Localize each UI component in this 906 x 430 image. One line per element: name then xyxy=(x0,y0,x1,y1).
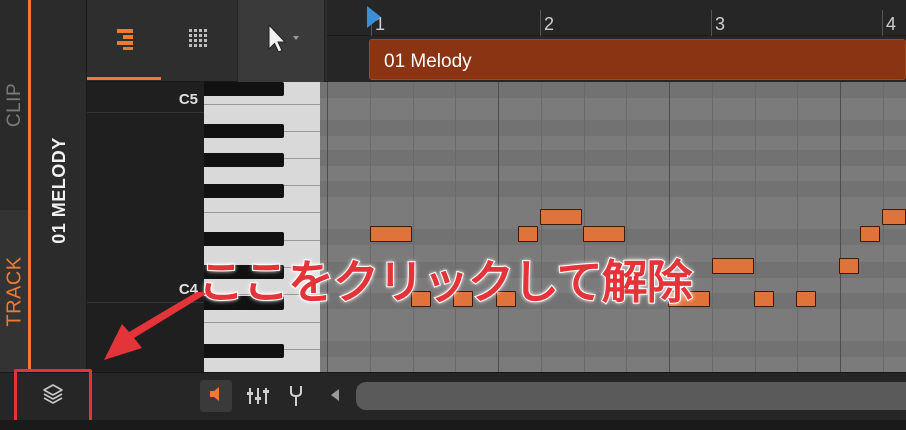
clip-header-row: 01 Melody xyxy=(327,36,906,82)
tab-clip[interactable]: CLIP xyxy=(0,0,30,210)
beat-gridline xyxy=(797,82,798,372)
clip-bar[interactable]: 01 Melody xyxy=(369,39,906,80)
scroll-left-button[interactable] xyxy=(326,385,344,409)
white-key-divider xyxy=(204,322,320,323)
side-tab-strip: CLIP TRACK xyxy=(0,0,30,372)
white-key-divider xyxy=(204,104,320,105)
editor-toolbar xyxy=(87,0,327,82)
black-key[interactable] xyxy=(204,82,284,96)
piano-roll-button[interactable] xyxy=(87,0,161,82)
track-panel: 01 MELODY xyxy=(31,0,87,372)
clip-name: 01 Melody xyxy=(384,51,472,72)
midi-note[interactable] xyxy=(370,226,412,242)
midi-note[interactable] xyxy=(518,226,538,242)
white-key-divider xyxy=(204,212,320,213)
grid-row-black-key xyxy=(320,82,906,98)
bar-line xyxy=(540,10,541,36)
bar-number-4: 4 xyxy=(886,14,897,34)
midi-note[interactable] xyxy=(839,258,859,274)
layers-icon xyxy=(41,382,65,411)
beat-gridline xyxy=(755,82,756,372)
fork-button[interactable] xyxy=(284,385,308,411)
drum-grid-button[interactable] xyxy=(161,0,237,82)
fork-icon xyxy=(288,385,304,412)
scroll-left-icon xyxy=(329,388,341,407)
beat-gridline xyxy=(413,82,414,372)
bar-number-2: 2 xyxy=(544,14,555,34)
speaker-button[interactable] xyxy=(200,380,232,412)
bar-line xyxy=(882,10,883,36)
grid-row-black-key xyxy=(320,120,906,136)
bar-line xyxy=(711,10,712,36)
bar-gridline xyxy=(840,82,841,372)
beat-gridline xyxy=(455,82,456,372)
bar-gridline xyxy=(669,82,670,372)
tab-track-label: TRACK xyxy=(3,255,26,327)
beat-gridline xyxy=(626,82,627,372)
grid-row-black-key xyxy=(320,181,906,197)
track-name: 01 MELODY xyxy=(31,60,87,320)
tab-clip-label: CLIP xyxy=(4,82,25,128)
black-key[interactable] xyxy=(204,124,284,138)
black-key[interactable] xyxy=(204,153,284,167)
midi-note[interactable] xyxy=(860,226,880,242)
midi-note[interactable] xyxy=(583,226,625,242)
midi-note[interactable] xyxy=(882,209,906,225)
annotation-arrow-icon xyxy=(100,290,210,369)
piano-keyboard[interactable] xyxy=(204,82,320,372)
pointer-tool-button[interactable] xyxy=(237,0,325,82)
annotation-text: ここをクリックして解除 xyxy=(197,255,694,309)
midi-note[interactable] xyxy=(796,291,816,307)
active-view-underline xyxy=(87,77,161,80)
bar-gridline xyxy=(327,82,328,372)
mixer-button[interactable] xyxy=(245,385,271,411)
midi-note[interactable] xyxy=(754,291,774,307)
drum-grid-icon xyxy=(188,28,210,55)
bar-gridline xyxy=(498,82,499,372)
midi-note[interactable] xyxy=(712,258,754,274)
speaker-icon xyxy=(207,385,225,408)
midi-note[interactable] xyxy=(540,209,582,225)
black-key[interactable] xyxy=(204,184,284,198)
pointer-tool-icon xyxy=(259,22,303,61)
grid-row-black-key xyxy=(320,150,906,166)
timeline-ruler[interactable]: 1 2 3 4 xyxy=(327,0,906,36)
black-key[interactable] xyxy=(204,232,284,246)
beat-gridline xyxy=(541,82,542,372)
octave-divider xyxy=(87,112,204,113)
note-label-c5: C5 xyxy=(178,91,198,108)
bottom-strip xyxy=(0,420,906,430)
black-key[interactable] xyxy=(204,344,284,358)
layers-button[interactable] xyxy=(14,369,92,423)
grid-row-black-key xyxy=(320,341,906,357)
bar-number-3: 3 xyxy=(715,14,726,34)
track-name-label: 01 MELODY xyxy=(48,136,69,244)
horizontal-scrollbar[interactable] xyxy=(356,382,906,410)
beat-gridline xyxy=(712,82,713,372)
beat-gridline xyxy=(883,82,884,372)
mixer-icon xyxy=(246,386,270,411)
note-grid[interactable] xyxy=(320,82,906,372)
piano-roll-icon xyxy=(111,26,137,57)
playhead-marker-icon[interactable] xyxy=(367,6,381,33)
tab-track[interactable]: TRACK xyxy=(0,210,30,372)
